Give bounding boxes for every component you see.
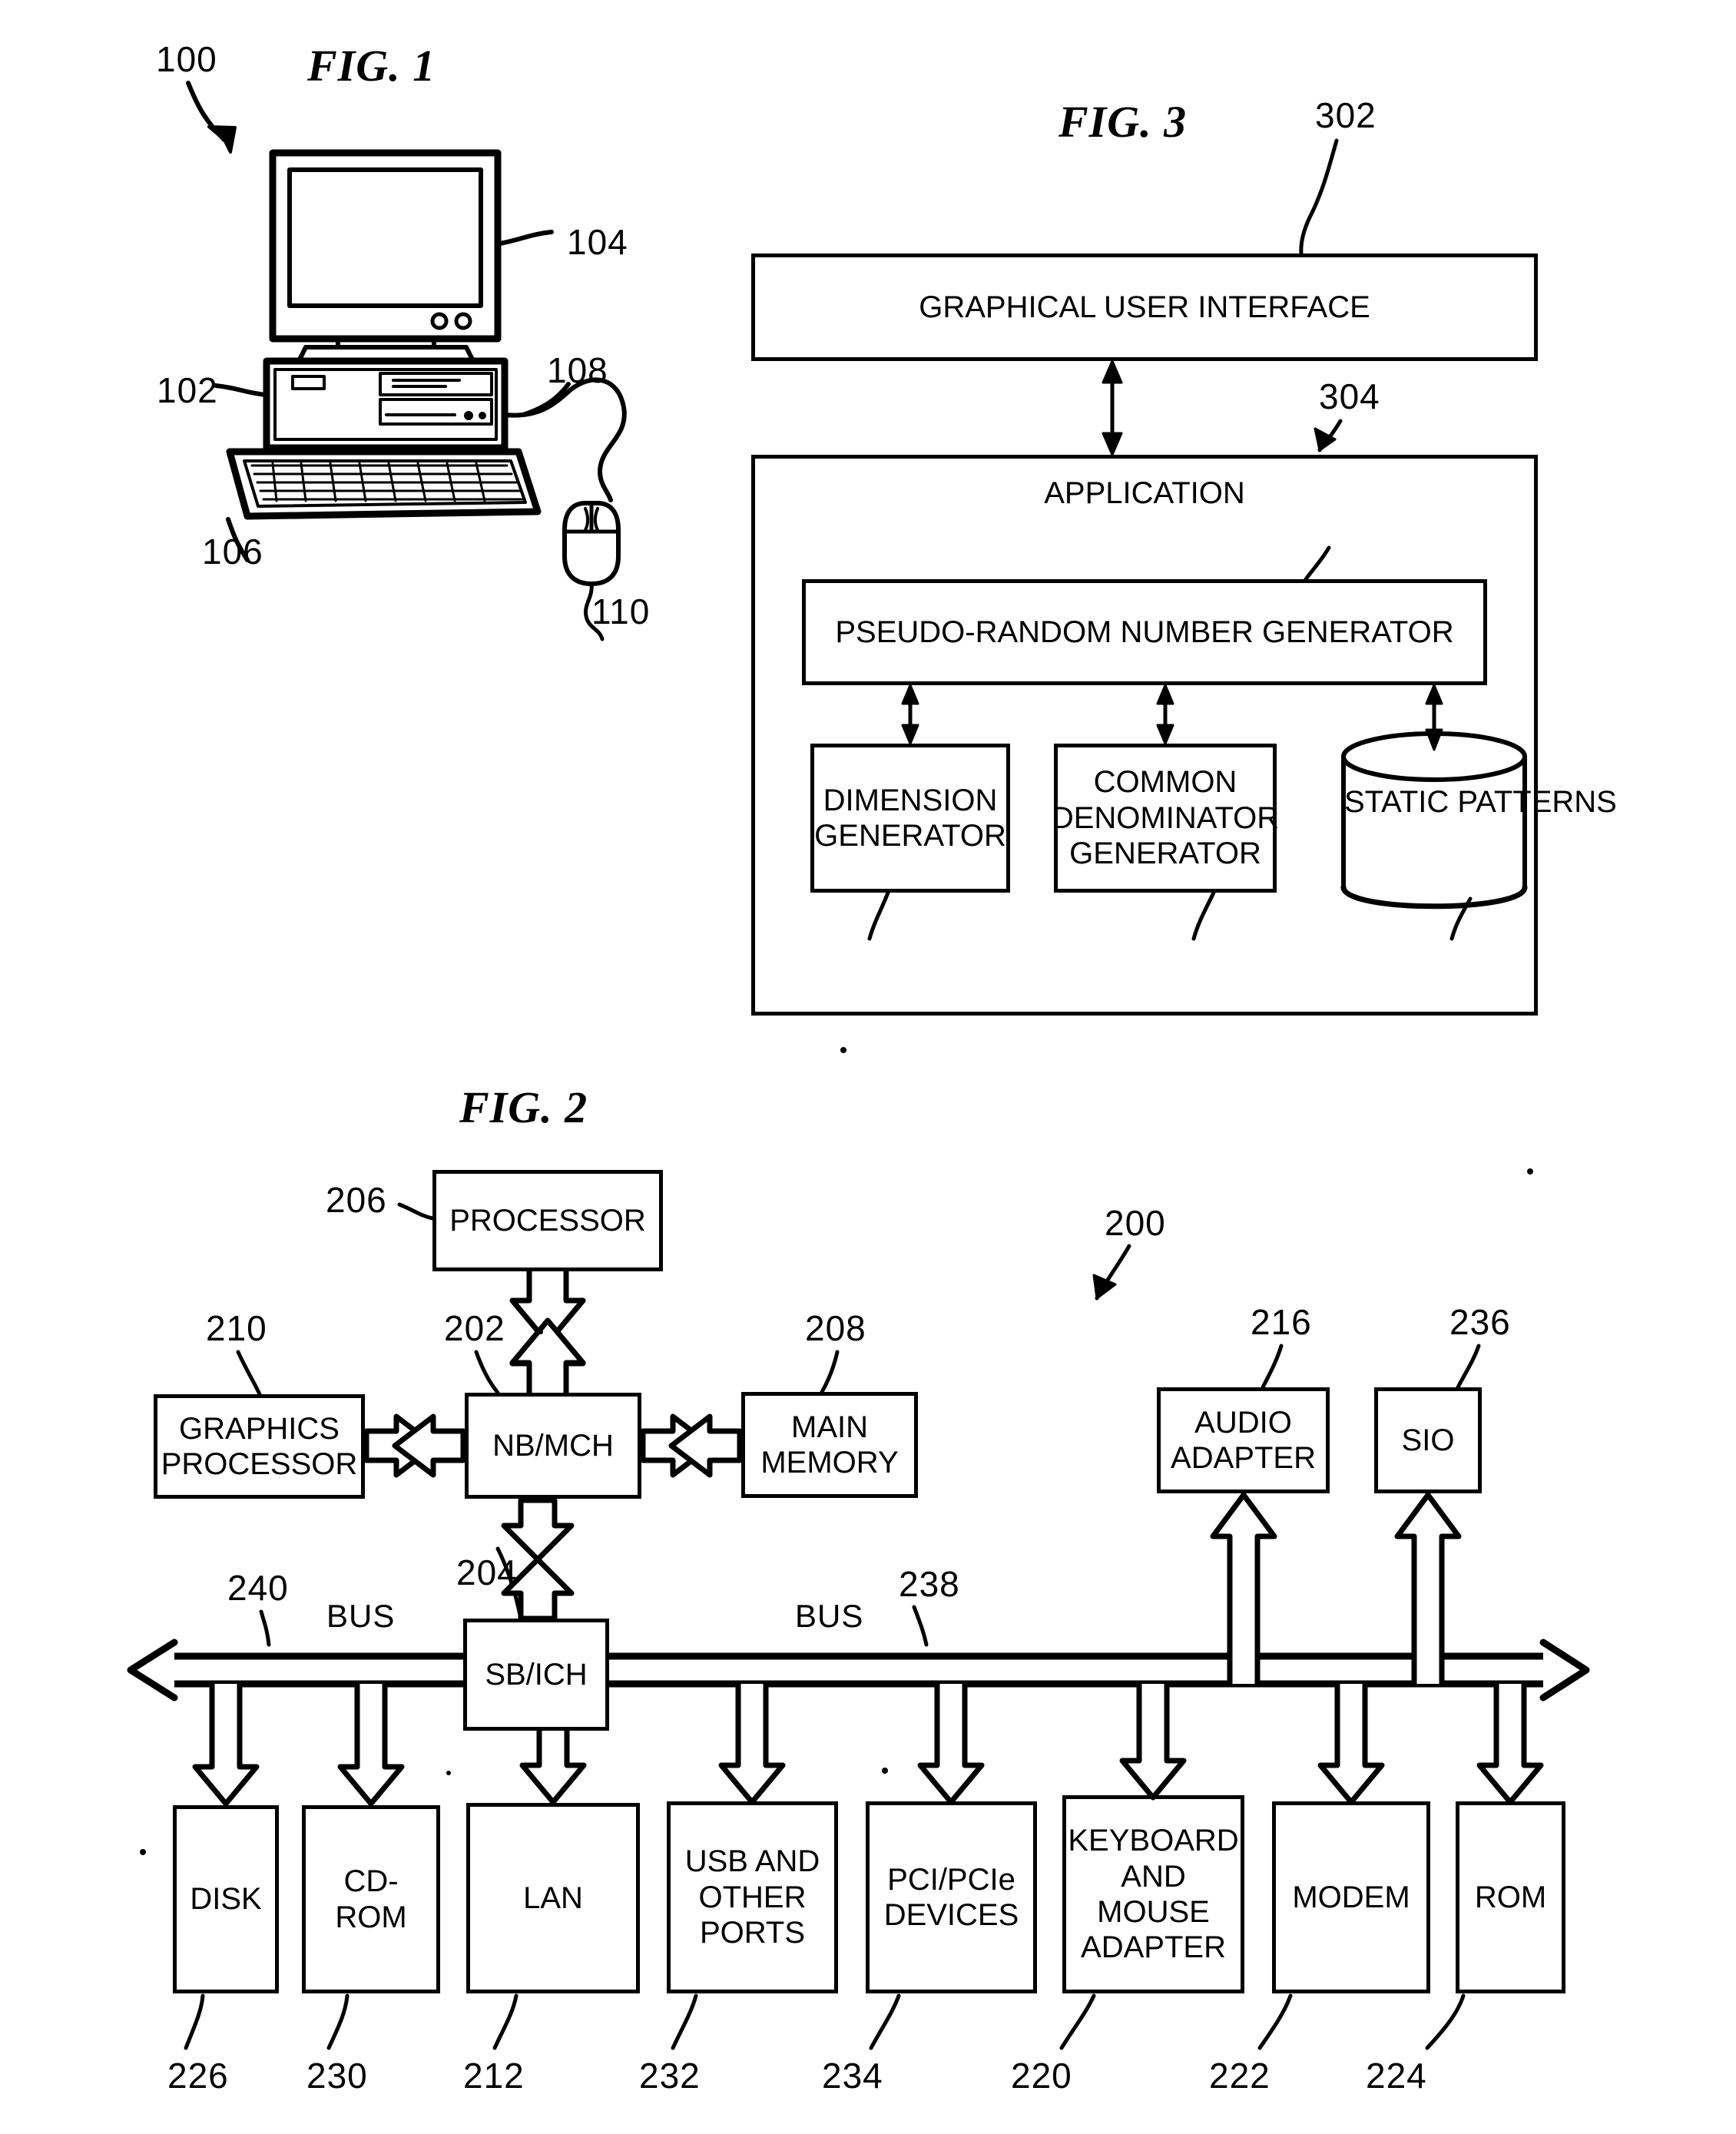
patent-drawing-sheet: FIG. 1 100 104 108 102 106 110 FIG. 3 30… bbox=[0, 0, 1736, 2134]
scan-artifacts bbox=[140, 1047, 1533, 1855]
